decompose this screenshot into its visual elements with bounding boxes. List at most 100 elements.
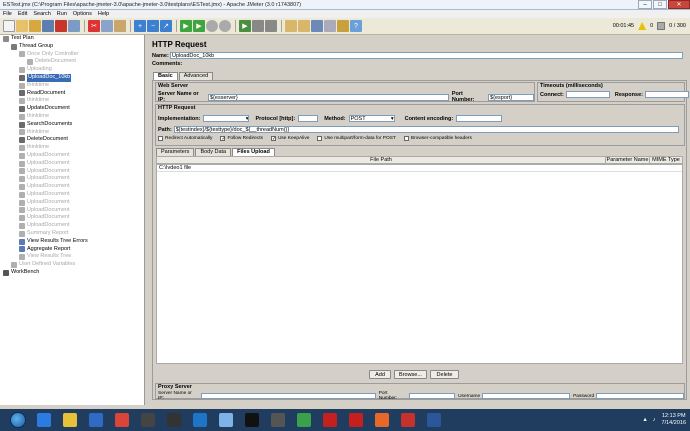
tree-item[interactable]: Test Plan: [0, 35, 144, 43]
volume-icon[interactable]: ♪: [653, 417, 656, 423]
warning-icon[interactable]: [638, 22, 647, 30]
tree-item[interactable]: UploadDocument: [0, 183, 144, 191]
start-button[interactable]: [10, 412, 26, 428]
tree-item[interactable]: DeleteDocument: [0, 58, 144, 66]
help-icon[interactable]: ?: [350, 20, 362, 32]
function-helper-icon[interactable]: [337, 20, 349, 32]
taskbar-app[interactable]: [344, 410, 368, 430]
connect-field[interactable]: [565, 91, 610, 98]
search-icon[interactable]: [311, 20, 323, 32]
keepalive-checkbox[interactable]: ✓ Use KeepAlive: [270, 136, 309, 142]
taskbar-app[interactable]: [32, 410, 56, 430]
taskbar-app[interactable]: [292, 410, 316, 430]
tab-advanced[interactable]: Advanced: [178, 72, 214, 80]
collapse-icon[interactable]: −: [147, 20, 159, 32]
encoding-field[interactable]: [456, 115, 503, 122]
taskbar-app[interactable]: [214, 410, 238, 430]
follow-redirects-checkbox[interactable]: ✓ Follow Redirects: [220, 136, 263, 142]
col-file-path[interactable]: File Path: [157, 157, 606, 163]
taskbar-app[interactable]: [422, 410, 446, 430]
add-button[interactable]: Add: [369, 370, 391, 379]
tree-item[interactable]: UploadDocument: [0, 152, 144, 160]
taskbar-app[interactable]: [188, 410, 212, 430]
response-field[interactable]: [644, 91, 689, 98]
tab-parameters[interactable]: Parameters: [156, 148, 195, 156]
impl-select[interactable]: ▾: [203, 115, 250, 122]
taskbar-app[interactable]: [136, 410, 160, 430]
menu-options[interactable]: Options: [73, 11, 92, 17]
taskbar-app[interactable]: [162, 410, 186, 430]
protocol-field[interactable]: [298, 115, 319, 122]
clear-icon[interactable]: [285, 20, 297, 32]
tab-basic[interactable]: Basic: [153, 72, 178, 80]
tree-item[interactable]: thinktime: [0, 144, 144, 152]
revert-icon[interactable]: [55, 20, 67, 32]
save-icon[interactable]: [42, 20, 54, 32]
tree-item[interactable]: UploadDocument: [0, 222, 144, 230]
taskbar-app[interactable]: [370, 410, 394, 430]
menu-file[interactable]: File: [3, 11, 12, 17]
tree-item[interactable]: User Defined Variables: [0, 261, 144, 269]
menu-edit[interactable]: Edit: [18, 11, 27, 17]
tab-files-upload[interactable]: Files Upload: [232, 148, 275, 156]
taskbar-app[interactable]: [266, 410, 290, 430]
proxy-port-field[interactable]: [409, 393, 456, 399]
start-no-pause-icon[interactable]: ▶: [193, 20, 205, 32]
menu-run[interactable]: Run: [57, 11, 67, 17]
comments-field[interactable]: [181, 61, 687, 67]
tree-item[interactable]: UploadDocument: [0, 199, 144, 207]
tree-item[interactable]: Thread Group: [0, 43, 144, 51]
taskbar-app[interactable]: [110, 410, 134, 430]
tree-item[interactable]: UpdateDocument: [0, 105, 144, 113]
tree-item[interactable]: thinktime: [0, 82, 144, 90]
proxy-pass-field[interactable]: [596, 393, 684, 399]
clear-all-icon[interactable]: [298, 20, 310, 32]
multipart-checkbox[interactable]: Use multipart/form-data for POST: [317, 136, 396, 141]
toggle-icon[interactable]: ↗: [160, 20, 172, 32]
tree-item[interactable]: UploadDocument: [0, 191, 144, 199]
taskbar-app[interactable]: [396, 410, 420, 430]
expand-icon[interactable]: +: [134, 20, 146, 32]
tree-item[interactable]: thinktime: [0, 113, 144, 121]
reset-search-icon[interactable]: [324, 20, 336, 32]
remote-shutdown-icon[interactable]: [265, 20, 277, 32]
tab-body-data[interactable]: Body Data: [195, 148, 232, 156]
taskbar-app[interactable]: [58, 410, 82, 430]
tree-item[interactable]: Aggregate Report: [0, 246, 144, 254]
tree-item[interactable]: UploadDocument: [0, 207, 144, 215]
tree-item[interactable]: thinktime: [0, 97, 144, 105]
tree-item[interactable]: UploadDocument: [0, 160, 144, 168]
tree-item[interactable]: UploadDocument: [0, 175, 144, 183]
server-field[interactable]: ${esserver}: [207, 93, 449, 101]
menu-help[interactable]: Help: [98, 11, 109, 17]
tree-item[interactable]: View Results Tree Errors: [0, 238, 144, 246]
menu-search[interactable]: Search: [33, 11, 50, 17]
browser-headers-checkbox[interactable]: Browser-compatible headers: [403, 136, 472, 141]
tree-item[interactable]: UploadDoc_10kb: [0, 73, 144, 82]
port-field[interactable]: ${esport}: [488, 93, 534, 101]
shutdown-icon[interactable]: [219, 20, 231, 32]
copy-icon[interactable]: [101, 20, 113, 32]
save-as-icon[interactable]: [68, 20, 80, 32]
tree-item[interactable]: thinktime: [0, 129, 144, 137]
tray-flag-icon[interactable]: ▲: [642, 417, 647, 423]
tree-item[interactable]: SearchDocuments: [0, 121, 144, 129]
proxy-user-field[interactable]: [482, 393, 571, 399]
cut-icon[interactable]: ✂: [88, 20, 100, 32]
maximize-button[interactable]: □: [653, 0, 667, 9]
path-field[interactable]: ${testindex}/${testtype}/doc_${__threadN…: [173, 126, 679, 133]
paste-icon[interactable]: [114, 20, 126, 32]
proxy-server-field[interactable]: [200, 393, 376, 399]
open-icon[interactable]: [29, 20, 41, 32]
tree-item[interactable]: UploadDocument: [0, 214, 144, 222]
tree-item[interactable]: Once Only Controller: [0, 51, 144, 59]
tree-item[interactable]: Uploading: [0, 66, 144, 74]
taskbar-app[interactable]: [240, 410, 264, 430]
col-parameter-name[interactable]: Parameter Name: [606, 157, 650, 163]
name-field[interactable]: UploadDoc_10kb: [170, 52, 683, 59]
method-select[interactable]: POST ▾: [348, 115, 395, 122]
delete-button[interactable]: Delete: [430, 370, 459, 379]
taskbar-app[interactable]: [318, 410, 342, 430]
test-plan-tree[interactable]: Test Plan Thread Group Once Only Controlle…: [0, 35, 145, 405]
browse-button[interactable]: Browse...: [394, 370, 427, 379]
